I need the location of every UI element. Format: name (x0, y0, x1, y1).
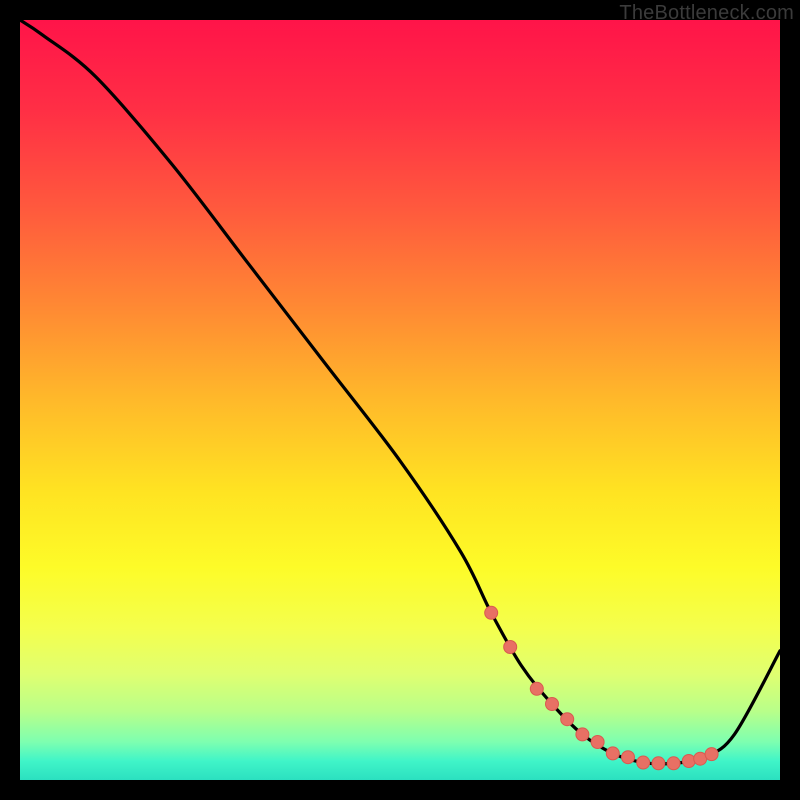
dot-marker (546, 698, 559, 711)
dot-marker (591, 736, 604, 749)
curve-layer (20, 20, 780, 780)
dot-marker (637, 756, 650, 769)
dot-marker (504, 641, 517, 654)
dot-marker (561, 713, 574, 726)
bottleneck-curve (20, 20, 780, 764)
plot-area (20, 20, 780, 780)
watermark-label: TheBottleneck.com (619, 2, 794, 25)
dot-marker (705, 748, 718, 761)
dot-marker (667, 757, 680, 770)
dot-marker (606, 747, 619, 760)
highlight-dots (485, 606, 718, 769)
dot-marker (652, 757, 665, 770)
dot-marker (530, 682, 543, 695)
dot-marker (485, 606, 498, 619)
dot-marker (682, 755, 695, 768)
dot-marker (622, 751, 635, 764)
dot-marker (576, 728, 589, 741)
